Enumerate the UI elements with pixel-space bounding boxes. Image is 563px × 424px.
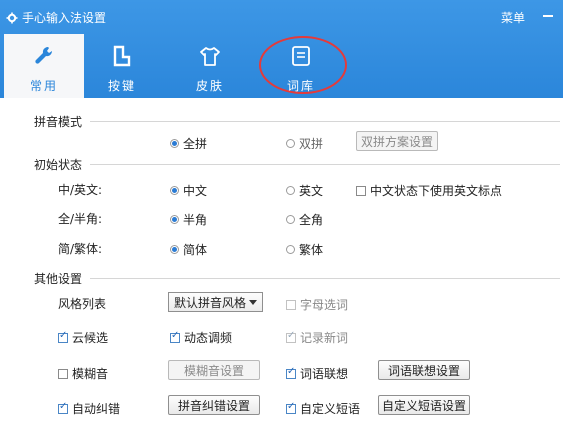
minimize-button[interactable] (543, 15, 553, 17)
section-title-initial: 初始状态 (34, 158, 83, 172)
radio-english[interactable]: 英文 (286, 182, 323, 199)
tab-label: 词库 (286, 79, 315, 93)
checkbox-label: 字母选词 (300, 298, 349, 312)
radio-double-pinyin[interactable]: 双拼 (286, 135, 323, 152)
tab-skin[interactable]: 皮肤 (170, 34, 250, 98)
radio-label: 英文 (299, 184, 324, 198)
checkbox-label: 词语联想 (300, 367, 349, 381)
window-title: 手心输入法设置 (6, 9, 106, 26)
checkbox-label: 动态调频 (184, 331, 233, 345)
radio-full-width[interactable]: 全角 (286, 211, 323, 228)
custom-phrase-settings-button[interactable]: 自定义短语设置 (378, 395, 470, 415)
style-list-label: 风格列表 (58, 297, 107, 311)
radio-traditional[interactable]: 繁体 (286, 241, 323, 258)
style-select[interactable]: 默认拼音风格 (168, 292, 263, 312)
dynamic-freq-checkbox[interactable]: 动态调频 (170, 329, 232, 346)
radio-label: 中文 (183, 184, 208, 198)
checkbox-label: 云候选 (72, 331, 109, 345)
word-assoc-settings-button[interactable]: 词语联想设置 (378, 360, 470, 380)
checkbox-label: 记录新词 (300, 331, 349, 345)
keyboard-icon (113, 45, 131, 67)
word-assoc-checkbox[interactable]: 词语联想 (286, 365, 348, 382)
auto-correct-checkbox[interactable]: 自动纠错 (58, 400, 120, 417)
section-title-pinyin: 拼音模式 (34, 115, 83, 129)
fuzzy-checkbox[interactable]: 模糊音 (58, 365, 108, 382)
radio-label: 半角 (183, 213, 208, 227)
custom-phrase-checkbox[interactable]: 自定义短语 (286, 400, 360, 417)
checkbox-box (286, 401, 296, 414)
checkbox-box (286, 330, 296, 343)
checkbox-box (58, 368, 68, 379)
radio-simplified[interactable]: 简体 (170, 241, 207, 258)
dictionary-icon (292, 46, 310, 66)
checkbox-box (286, 299, 296, 310)
tab-label: 皮肤 (195, 79, 224, 93)
double-pinyin-settings-button[interactable]: 双拼方案设置 (356, 131, 438, 151)
width-label: 全/半角: (58, 212, 103, 226)
checkbox-box (356, 185, 366, 196)
radio-indicator (286, 215, 295, 224)
radio-indicator (286, 186, 295, 195)
tab-keys[interactable]: 按键 (82, 34, 162, 98)
radio-indicator (170, 139, 179, 148)
record-new-checkbox[interactable]: 记录新词 (286, 329, 348, 346)
radio-indicator (286, 245, 295, 254)
checkbox-label: 中文状态下使用英文标点 (370, 184, 503, 198)
cn-en-label: 中/英文: (58, 183, 103, 197)
settings-window: 手心输入法设置 菜单 常用 按键 皮肤 词库 拼音模式 全拼 双拼 双拼方案设置 (0, 0, 563, 424)
checkbox-label: 自定义短语 (300, 402, 361, 416)
checkbox-label: 自动纠错 (72, 402, 121, 416)
menu-button[interactable]: 菜单 (501, 9, 525, 26)
radio-indicator (170, 186, 179, 195)
radio-label: 全角 (299, 213, 324, 227)
tab-label: 按键 (107, 79, 136, 93)
radio-label: 全拼 (183, 137, 208, 151)
divider (90, 121, 560, 122)
radio-chinese[interactable]: 中文 (170, 182, 207, 199)
radio-indicator (170, 215, 179, 224)
script-label: 简/繁体: (58, 242, 103, 256)
radio-indicator (170, 245, 179, 254)
tab-dictionary[interactable]: 词库 (261, 34, 341, 98)
style-select-value: 默认拼音风格 (174, 295, 247, 310)
checkbox-box (170, 330, 180, 343)
title-bar: 手心输入法设置 菜单 常用 按键 皮肤 词库 (0, 0, 563, 98)
checkbox-box (58, 401, 68, 414)
checkbox-box (58, 330, 68, 343)
checkbox-label: 模糊音 (72, 367, 109, 381)
cloud-candidate-checkbox[interactable]: 云候选 (58, 329, 108, 346)
radio-full-pinyin[interactable]: 全拼 (170, 135, 207, 152)
tab-label: 常用 (29, 79, 58, 93)
english-punct-checkbox[interactable]: 中文状态下使用英文标点 (356, 182, 502, 199)
letter-select-checkbox[interactable]: 字母选词 (286, 296, 348, 313)
divider (90, 164, 560, 165)
checkbox-box (286, 366, 296, 379)
shirt-icon (200, 47, 220, 66)
chevron-down-icon (249, 300, 257, 305)
tab-common[interactable]: 常用 (4, 34, 84, 98)
radio-label: 繁体 (299, 243, 324, 257)
radio-label: 双拼 (299, 137, 324, 151)
radio-label: 简体 (183, 243, 208, 257)
gear-icon (6, 12, 18, 23)
radio-half-width[interactable]: 半角 (170, 211, 207, 228)
pinyin-correct-settings-button[interactable]: 拼音纠错设置 (168, 395, 260, 415)
divider (90, 278, 560, 279)
wrench-icon (35, 46, 53, 64)
fuzzy-settings-button[interactable]: 模糊音设置 (168, 360, 260, 380)
window-title-text: 手心输入法设置 (22, 11, 107, 25)
section-title-other: 其他设置 (34, 272, 83, 286)
radio-indicator (286, 139, 295, 148)
